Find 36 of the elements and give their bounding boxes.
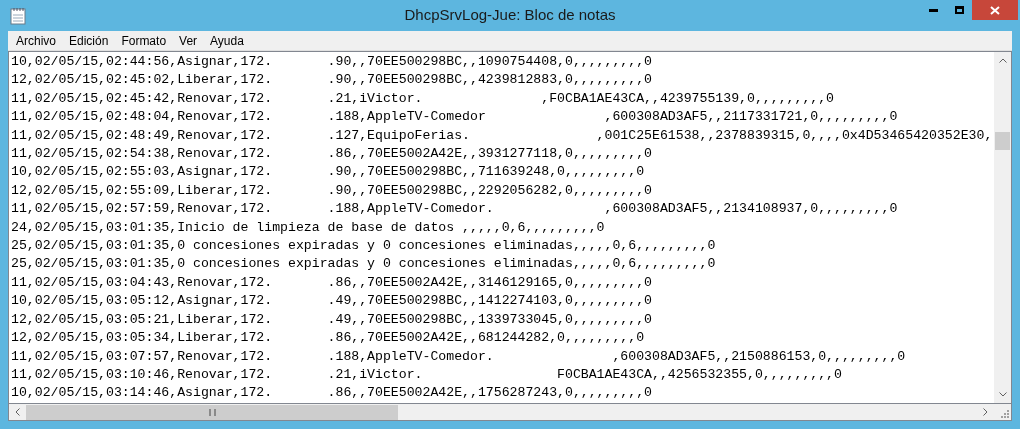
log-line: 11,02/05/15,02:54:38,Renovar,172. .86,,70EE5002A42E,,3931277118,0,,,,,,,,,0 [11,145,653,164]
menu-item[interactable]: Ayuda [204,31,250,50]
log-line: 12,02/05/15,02:55:09,Liberar,172. .90,,70EE500298BC,,2292056282,0,,,,,,,,,0 [11,181,653,200]
log-line: 10,02/05/15,03:05:12,Asignar,172. .49,,70EE500298BC,,1412274103,0,,,,,,,,,0 [11,292,653,311]
close-icon [990,5,1000,15]
scrollbar-thumb[interactable] [995,132,1010,150]
log-line: 11,02/05/15,02:57:59,Renovar,172. .188,AppleTV-Comedor. ,600308AD3AF5,,2134108937,0,,,,,,,,,0 [11,200,898,219]
log-line: 11,02/05/15,02:48:04,Renovar,172. .188,AppleTV-Comedor ,600308AD3AF5,,2117331721,0,,,,,,,,,0 [11,108,898,127]
log-line: 10,02/05/15,02:44:56,Asignar,172. .90,,70EE500298BC,,1090754408,0,,,,,,,,,0 [11,53,653,71]
log-line: 12,02/05/15,03:05:21,Liberar,172. .49,,70EE500298BC,,1339733045,0,,,,,,,,,0 [11,310,653,329]
menu-item[interactable]: Formato [115,31,173,50]
log-line: 11,02/05/15,03:10:46,Renovar,172. .21,iVictor. F0CBA1AE43CA,,4256532355,0,,,,,,,,,0 [11,365,842,384]
scroll-up-icon [998,58,1007,63]
scrollbar-thumb[interactable] [26,404,398,420]
log-line: 11,02/05/15,02:48:49,Renovar,172. .127,EquipoFerias. ,001C25E61538,,2378839315,0,,,,0x4D53465420352E30, [11,126,993,145]
close-button[interactable] [972,0,1018,20]
notepad-icon [10,7,26,25]
menu-item[interactable]: Ver [173,31,204,50]
log-line: 10,02/05/15,03:14:46,Asignar,172. .86,,70EE5002A42E,,1756287243,0,,,,,,,,,0 [11,384,653,403]
log-line: 25,02/05/15,03:01:35,0 concesiones expiradas y 0 concesiones eliminadas,,,,,0,6,,,,,,,,,0 [11,255,716,274]
resize-grip-icon[interactable] [1001,410,1009,418]
log-line: 11,02/05/15,02:45:42,Renovar,172. .21,iVictor. ,F0CBA1AE43CA,,4239755139,0,,,,,,,,,0 [11,89,835,108]
vertical-scrollbar[interactable] [994,52,1011,403]
log-line: 12,02/05/15,03:05:34,Liberar,172. .86,,70EE5002A42E,,681244282,0,,,,,,,,,0 [11,329,645,348]
log-line: 12,02/05/15,02:45:02,Liberar,172. .90,,70EE500298BC,,4239812883,0,,,,,,,,,0 [11,71,653,90]
log-line: 24,02/05/15,03:01:35,Inicio de limpieza de base de datos ,,,,,0,6,,,,,,,,,0 [11,218,605,237]
menu-item[interactable]: Edición [63,31,115,50]
scroll-right-icon [983,408,988,416]
log-line: 11,02/05/15,03:07:57,Renovar,172. .188,AppleTV-Comedor. ,600308AD3AF5,,2150886153,0,,,,,,,,,0 [11,347,906,366]
log-line: 25,02/05/15,03:01:35,0 concesiones expiradas y 0 concesiones eliminadas,,,,,0,6,,,,,,,,,0 [11,237,716,256]
window-title: DhcpSrvLog-Jue: Bloc de notas [404,5,616,26]
scroll-down-icon [998,392,1007,397]
log-line: 10,02/05/15,02:55:03,Asignar,172. .90,,70EE500298BC,,711639248,0,,,,,,,,,0 [11,163,645,182]
log-line: 11,02/05/15,03:04:43,Renovar,172. .86,,70EE5002A42E,,3146129165,0,,,,,,,,,0 [11,273,653,292]
scroll-left-icon [15,408,20,416]
menu-item[interactable]: Archivo [10,31,62,50]
